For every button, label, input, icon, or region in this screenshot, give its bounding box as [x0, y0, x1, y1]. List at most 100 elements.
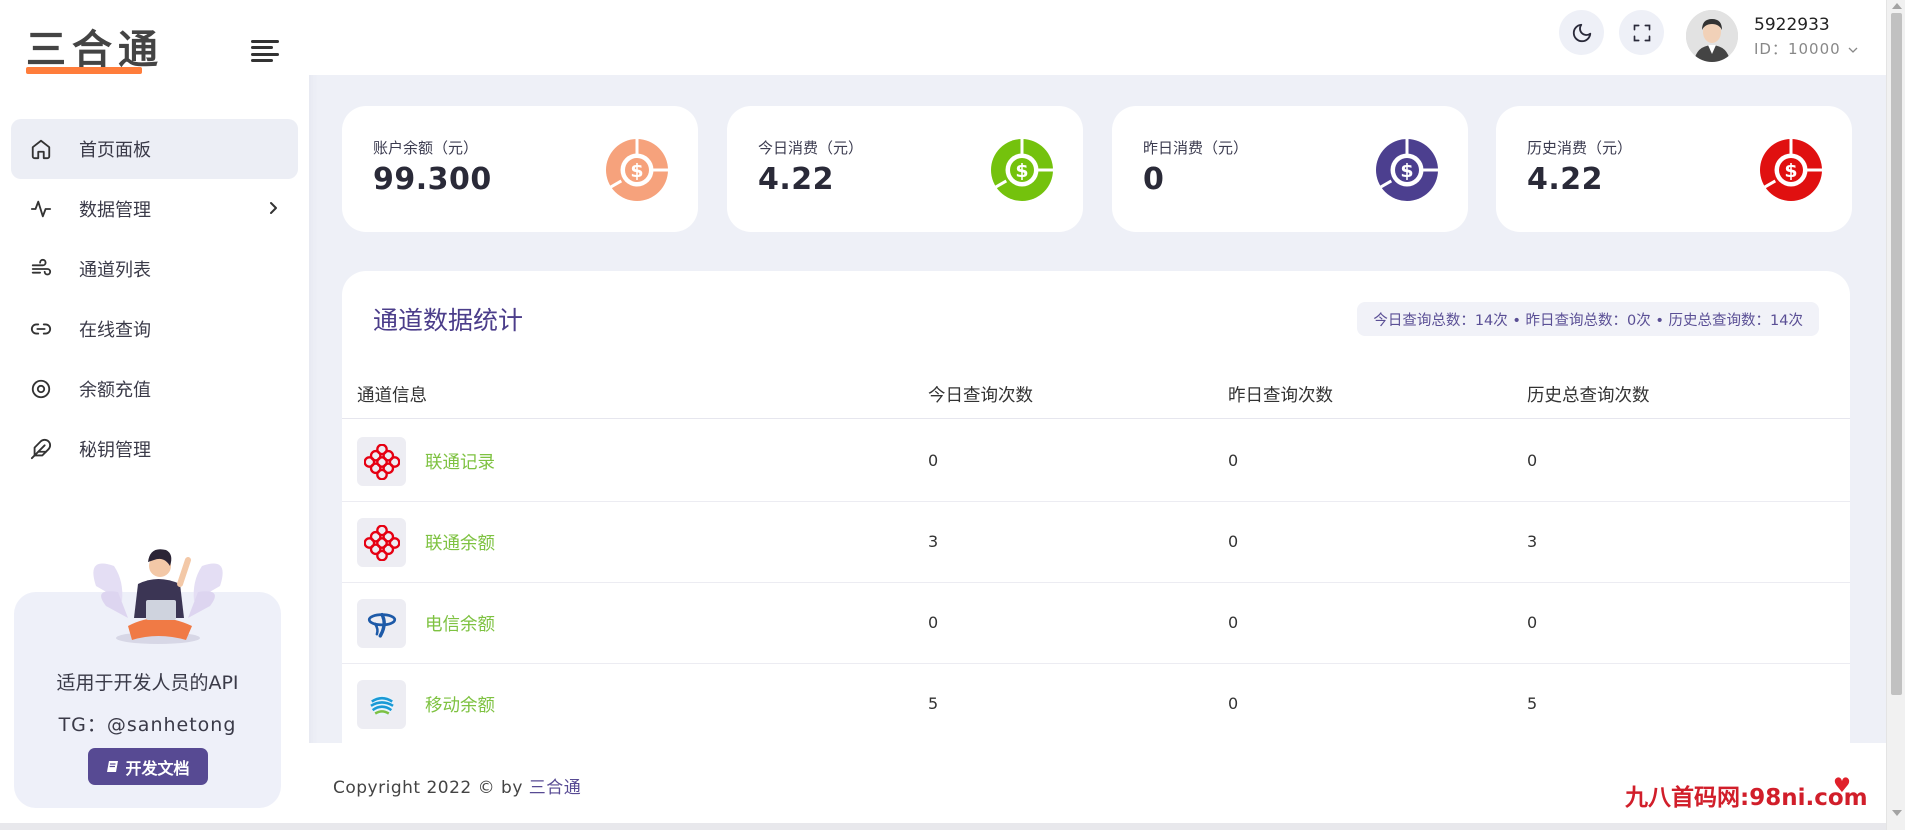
channel-name-link[interactable]: 联通余额 [425, 530, 495, 555]
yesterday-count: 0 [1228, 613, 1239, 632]
logo[interactable]: 三合通 [26, 29, 164, 74]
today-count: 5 [928, 694, 939, 713]
svg-text:$: $ [1015, 160, 1028, 182]
chevron-right-icon [266, 200, 280, 221]
user-id[interactable]: ID：10000 [1754, 38, 1858, 59]
avatar[interactable] [1686, 10, 1738, 62]
china-unicom-icon [357, 518, 406, 567]
today-count: 3 [928, 532, 939, 551]
heart-icon: ♥ [1833, 773, 1851, 797]
svg-text:$: $ [630, 160, 643, 182]
stat-value: 99.300 [373, 162, 492, 197]
today-count: 0 [928, 613, 939, 632]
copyright: Copyright 2022 © by 三合通 [333, 773, 581, 798]
sidebar: 三合通 首页面板 数据管理 通道列表 在线查询 余额充值 秘钥管理 适用于开发人… [0, 0, 309, 830]
total-count: 3 [1527, 532, 1538, 551]
user-name[interactable]: 5922933 [1754, 15, 1830, 35]
table-header: 通道信息 今日查询次数 昨日查询次数 历史总查询次数 [342, 369, 1850, 419]
page-scrollbar[interactable] [1886, 0, 1905, 830]
table-row: 联通记录 0 0 0 [342, 421, 1850, 502]
stat-card-balance: 账户余额（元） 99.300 $ [342, 106, 698, 232]
fullscreen-toggle[interactable] [1619, 10, 1664, 55]
home-icon [29, 137, 53, 161]
window-bottom-strip [0, 823, 1886, 830]
column-header: 通道信息 [357, 386, 427, 406]
sidebar-item-label: 在线查询 [79, 320, 151, 341]
stat-label: 今日消费（元） [758, 139, 864, 157]
column-header: 昨日查询次数 [1228, 386, 1333, 406]
channel-name-link[interactable]: 联通记录 [425, 449, 495, 474]
sidebar-item-recharge[interactable]: 余额充值 [11, 359, 298, 419]
dollar-chart-icon: $ [606, 139, 668, 201]
svg-text:$: $ [1400, 160, 1413, 182]
stat-label: 昨日消费（元） [1143, 139, 1249, 157]
wind-icon [29, 257, 53, 281]
china-unicom-icon [357, 437, 406, 486]
dollar-chart-icon: $ [991, 139, 1053, 201]
total-count: 0 [1527, 451, 1538, 470]
yesterday-count: 0 [1228, 694, 1239, 713]
sidebar-item-key-management[interactable]: 秘钥管理 [11, 419, 298, 479]
stat-value: 4.22 [1527, 162, 1604, 197]
logo-text: 三合通 [26, 26, 164, 73]
developer-illustration [93, 549, 223, 644]
total-count: 5 [1527, 694, 1538, 713]
china-mobile-icon [357, 680, 406, 729]
svg-text:$: $ [1784, 160, 1797, 182]
stat-value: 0 [1143, 162, 1165, 197]
total-count: 0 [1527, 613, 1538, 632]
promo-telegram: TG：@sanhetong [58, 714, 237, 736]
stat-label: 历史消费（元） [1527, 139, 1633, 157]
book-icon [107, 760, 119, 772]
stat-card-total-spend: 历史消费（元） 4.22 $ [1496, 106, 1852, 232]
column-header: 历史总查询次数 [1527, 386, 1650, 406]
dollar-chart-icon: $ [1376, 139, 1438, 201]
scroll-thumb[interactable] [1891, 13, 1902, 695]
stat-card-today-spend: 今日消费（元） 4.22 $ [727, 106, 1083, 232]
scroll-down-icon[interactable] [1892, 810, 1902, 816]
link-icon [29, 317, 53, 341]
channel-name-link[interactable]: 移动余额 [425, 692, 495, 717]
menu-toggle-icon[interactable] [251, 40, 279, 62]
chevron-down-icon [1849, 47, 1858, 53]
dev-docs-button[interactable]: 开发文档 [88, 748, 208, 785]
sidebar-item-dashboard[interactable]: 首页面板 [11, 119, 298, 179]
sidebar-item-label: 余额充值 [79, 380, 151, 401]
developer-promo-card: 适用于开发人员的API TG：@sanhetong 开发文档 [14, 549, 281, 808]
stat-card-yesterday-spend: 昨日消费（元） 0 $ [1112, 106, 1468, 232]
user-avatar-icon [1686, 10, 1738, 62]
target-icon [29, 377, 53, 401]
stat-label: 账户余额（元） [373, 139, 479, 157]
dollar-chart-icon: $ [1760, 139, 1822, 201]
sidebar-item-online-query[interactable]: 在线查询 [11, 299, 298, 359]
sidebar-item-label: 数据管理 [79, 200, 151, 221]
brand-link[interactable]: 三合通 [529, 778, 582, 798]
panel-title: 通道数据统计 [373, 306, 524, 335]
channel-name-link[interactable]: 电信余额 [425, 611, 495, 636]
column-header: 今日查询次数 [928, 386, 1033, 406]
copyright-text: Copyright 2022 © by [333, 778, 529, 798]
stat-value: 4.22 [758, 162, 835, 197]
yesterday-count: 0 [1228, 451, 1239, 470]
sidebar-item-label: 通道列表 [79, 260, 151, 281]
logo-row: 三合通 [0, 0, 309, 102]
sidebar-nav: 首页面板 数据管理 通道列表 在线查询 余额充值 秘钥管理 [0, 102, 309, 479]
sidebar-item-label: 秘钥管理 [79, 440, 151, 461]
sidebar-item-channel-list[interactable]: 通道列表 [11, 239, 298, 299]
feather-icon [29, 437, 53, 461]
scroll-up-icon[interactable] [1892, 3, 1902, 9]
logo-underline [26, 66, 142, 74]
table-row: 联通余额 3 0 3 [342, 502, 1850, 583]
footer: Copyright 2022 © by 三合通 九八首码网:98ni.com ♥ [309, 743, 1886, 823]
activity-icon [29, 197, 53, 221]
today-count: 0 [928, 451, 939, 470]
query-summary-badge: 今日查询总数：14次 • 昨日查询总数：0次 • 历史总查询数：14次 [1357, 302, 1819, 336]
fullscreen-icon [1633, 24, 1650, 41]
user-id-text: ID：10000 [1754, 40, 1841, 58]
table-row: 移动余额 5 0 5 [342, 664, 1850, 745]
dark-mode-toggle[interactable] [1559, 10, 1604, 55]
yesterday-count: 0 [1228, 532, 1239, 551]
sidebar-item-data-management[interactable]: 数据管理 [11, 179, 298, 239]
channel-stats-panel: 通道数据统计 今日查询总数：14次 • 昨日查询总数：0次 • 历史总查询数：1… [342, 271, 1850, 751]
china-telecom-icon [357, 599, 406, 648]
